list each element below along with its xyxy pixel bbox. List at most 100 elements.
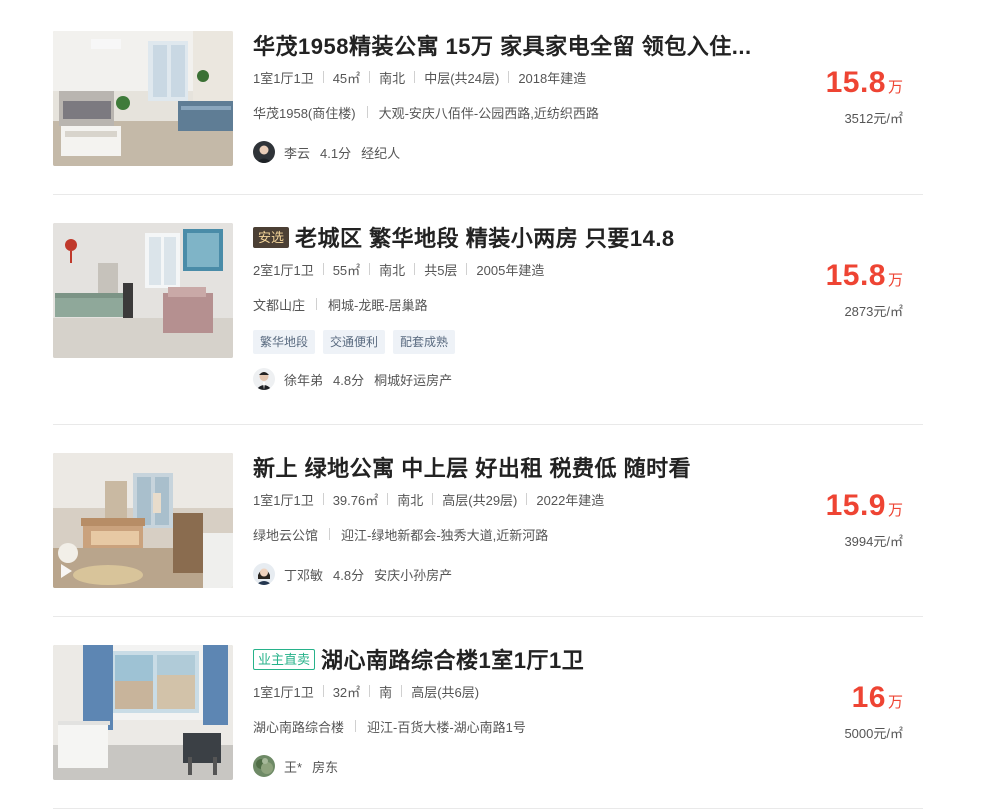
listing-attributes: 1室1厅1卫 39.76㎡ 南北 高层(共29层) 2022年建造: [253, 489, 813, 509]
location-text: 大观-安庆八佰伴-公园西路,近纺织西路: [378, 105, 599, 121]
listing-title-row[interactable]: 华茂1958精装公寓 15万 家具家电全留 领包入住...: [253, 30, 813, 60]
listing-title[interactable]: 老城区 繁华地段 精装小两房 只要14.8: [295, 222, 675, 252]
broker-company: 桐城好运房产: [374, 372, 453, 388]
broker-info[interactable]: 徐年弟 4.8分 桐城好运房产: [253, 368, 813, 390]
area-text: 32㎡: [332, 684, 361, 700]
broker-avatar: [253, 755, 275, 777]
price-box: 15.9 万 3994元/㎡: [826, 489, 903, 550]
listing-address: 湖心南路综合楼 迎江-百货大楼-湖心南路1号: [253, 716, 813, 736]
listing-attributes: 1室1厅1卫 45㎡ 南北 中层(共24层) 2018年建造: [253, 67, 813, 87]
broker-score: 4.1分: [320, 145, 352, 161]
unit-price: 3512元/㎡: [844, 111, 903, 126]
layout-text: 1室1厅1卫: [253, 492, 314, 508]
broker-avatar: [253, 141, 275, 163]
price-unit: 万: [887, 79, 903, 96]
divider: [369, 685, 371, 697]
built-year-text: 2005年建造: [476, 262, 545, 278]
location-text: 迎江-绿地新都会-独秀大道,近新河路: [341, 527, 549, 543]
broker-avatar: [253, 563, 275, 585]
broker-name: 王*: [284, 759, 303, 775]
listing-attributes: 1室1厅1卫 32㎡ 南 高层(共6层): [253, 681, 813, 701]
divider: [466, 263, 468, 275]
listing-card[interactable]: 业主直卖 湖心南路综合楼1室1厅1卫 1室1厅1卫 32㎡ 南 高层(共6层) …: [53, 617, 923, 810]
divider: [355, 720, 357, 732]
community-name[interactable]: 华茂1958(商住楼): [253, 103, 356, 122]
listing-title[interactable]: 华茂1958精装公寓 15万 家具家电全留 领包入住...: [253, 30, 752, 60]
broker-name: 徐年弟: [284, 372, 324, 388]
divider: [414, 71, 416, 83]
price-unit: 万: [887, 694, 903, 711]
floor-text: 高层(共6层): [411, 684, 480, 700]
listing-title-row[interactable]: 业主直卖 湖心南路综合楼1室1厅1卫: [253, 644, 813, 674]
broker-company: 房东: [312, 759, 339, 775]
feature-tag: 繁华地段: [253, 330, 316, 354]
price-box: 15.8 万 2873元/㎡: [826, 259, 903, 320]
listing-photo[interactable]: [53, 453, 233, 588]
community-name[interactable]: 文都山庄: [253, 295, 305, 314]
listing-address: 华茂1958(商住楼) 大观-安庆八佰伴-公园西路,近纺织西路: [253, 102, 813, 122]
divider: [322, 263, 324, 275]
total-price: 15.8 万: [826, 66, 903, 100]
broker-company: 经纪人: [361, 145, 401, 161]
feature-tag: 配套成熟: [393, 330, 456, 354]
price-number: 15.8: [825, 66, 886, 99]
community-name[interactable]: 湖心南路综合楼: [253, 717, 344, 736]
price-unit: 万: [887, 272, 903, 289]
listing-title-row[interactable]: 新上 绿地公寓 中上层 好出租 税费低 随时看: [253, 452, 813, 482]
divider: [366, 106, 368, 118]
divider: [414, 263, 416, 275]
price-number: 16: [851, 681, 886, 714]
listing-title[interactable]: 新上 绿地公寓 中上层 好出租 税费低 随时看: [253, 452, 691, 482]
listing-address: 文都山庄 桐城-龙眠-居巢路: [253, 294, 813, 314]
listing-attributes: 2室1厅1卫 55㎡ 南北 共5层 2005年建造: [253, 259, 813, 279]
orientation-text: 南北: [379, 70, 406, 86]
broker-info[interactable]: 王* 房东: [253, 755, 813, 777]
floor-text: 高层(共29层): [442, 492, 518, 508]
listing-photo[interactable]: [53, 223, 233, 358]
layout-text: 1室1厅1卫: [253, 684, 314, 700]
divider: [369, 263, 371, 275]
listing-address: 绿地云公馆 迎江-绿地新都会-独秀大道,近新河路: [253, 524, 813, 544]
broker-info[interactable]: 李云 4.1分 经纪人: [253, 141, 813, 163]
divider: [387, 493, 389, 505]
orientation-text: 南北: [379, 262, 406, 278]
listing-photo[interactable]: [53, 31, 233, 166]
broker-name: 丁邓敏: [284, 567, 324, 583]
orientation-text: 南: [379, 684, 393, 700]
listing-title-row[interactable]: 安选 老城区 繁华地段 精装小两房 只要14.8: [253, 222, 813, 252]
layout-text: 2室1厅1卫: [253, 262, 314, 278]
area-text: 39.76㎡: [332, 492, 379, 508]
area-text: 45㎡: [332, 70, 361, 86]
listing-card[interactable]: 华茂1958精装公寓 15万 家具家电全留 领包入住... 1室1厅1卫 45㎡…: [53, 0, 923, 194]
total-price: 16 万: [844, 681, 903, 715]
unit-price: 3994元/㎡: [844, 534, 903, 549]
divider: [508, 71, 510, 83]
anxuan-tag: 安选: [253, 226, 290, 248]
divider: [369, 71, 371, 83]
location-text: 迎江-百货大楼-湖心南路1号: [367, 719, 526, 735]
play-icon[interactable]: [61, 564, 72, 578]
built-year-text: 2022年建造: [536, 492, 605, 508]
broker-avatar: [253, 368, 275, 390]
broker-name: 李云: [284, 145, 311, 161]
price-unit: 万: [887, 502, 903, 519]
listing-title[interactable]: 湖心南路综合楼1室1厅1卫: [321, 644, 584, 674]
unit-price: 2873元/㎡: [844, 304, 903, 319]
row-divider: [53, 808, 923, 809]
divider: [329, 528, 331, 540]
broker-score: 4.8分: [333, 372, 365, 388]
divider: [322, 71, 324, 83]
listing-photo[interactable]: [53, 645, 233, 780]
price-number: 15.9: [825, 489, 886, 522]
divider: [322, 685, 324, 697]
feature-tags: 繁华地段 交通便利 配套成熟: [253, 330, 813, 354]
community-name[interactable]: 绿地云公馆: [253, 525, 318, 544]
floor-text: 共5层: [424, 262, 458, 278]
unit-price: 5000元/㎡: [844, 726, 903, 741]
divider: [526, 493, 528, 505]
listing-card[interactable]: 安选 老城区 繁华地段 精装小两房 只要14.8 2室1厅1卫 55㎡ 南北 共…: [53, 195, 923, 424]
listing-card[interactable]: 新上 绿地公寓 中上层 好出租 税费低 随时看 1室1厅1卫 39.76㎡ 南北…: [53, 425, 923, 616]
broker-info[interactable]: 丁邓敏 4.8分 安庆小孙房产: [253, 563, 813, 585]
built-year-text: 2018年建造: [518, 70, 587, 86]
total-price: 15.9 万: [826, 489, 903, 523]
